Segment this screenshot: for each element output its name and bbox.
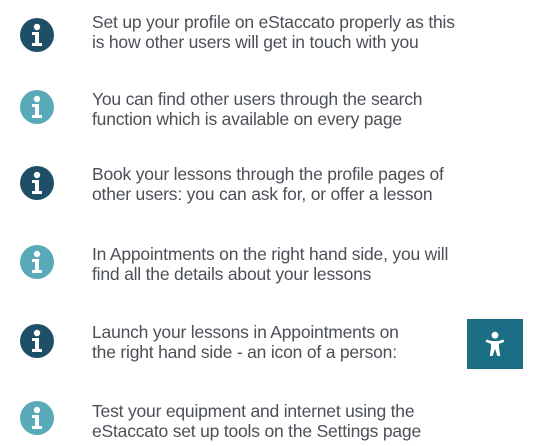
tip-line: find all the details about your lessons: [92, 264, 372, 284]
person-icon: [485, 331, 505, 356]
tip-line: eStaccato set up tools on the Settings p…: [92, 421, 421, 441]
info-icon: [20, 18, 54, 52]
tip-line: is how other users will get in touch wit…: [92, 32, 419, 52]
tip-line: You can find other users through the sea…: [92, 89, 423, 109]
tip-line: other users: you can ask for, or offer a…: [92, 184, 433, 204]
tip-line: Test your equipment and internet using t…: [92, 401, 415, 421]
tip-item: Launch your lessons in Appointments on t…: [0, 314, 544, 374]
tip-text: Book your lessons through the profile pa…: [92, 164, 532, 204]
tip-item: Test your equipment and internet using t…: [0, 385, 544, 445]
tip-text: Launch your lessons in Appointments on t…: [92, 322, 532, 362]
tip-text: Set up your profile on eStaccato properl…: [92, 12, 532, 52]
tip-line: In Appointments on the right hand side, …: [92, 244, 449, 264]
tip-line: the right hand side - an icon of a perso…: [92, 342, 397, 362]
tip-line: Set up your profile on eStaccato properl…: [92, 12, 455, 32]
info-icon: [20, 401, 54, 435]
appointments-person-badge: [467, 319, 523, 369]
info-icon: [20, 245, 54, 279]
info-icon: [20, 324, 54, 358]
tip-item: In Appointments on the right hand side, …: [0, 235, 544, 295]
tip-line: Launch your lessons in Appointments on: [92, 322, 399, 342]
info-icon: [20, 90, 54, 124]
info-icon: [20, 166, 54, 200]
tip-text: You can find other users through the sea…: [92, 89, 532, 129]
tip-item: Set up your profile on eStaccato properl…: [0, 8, 544, 68]
tip-item: Book your lessons through the profile pa…: [0, 158, 544, 218]
tip-line: Book your lessons through the profile pa…: [92, 164, 444, 184]
tip-item: You can find other users through the sea…: [0, 80, 544, 140]
tip-line: function which is available on every pag…: [92, 109, 402, 129]
tip-text: Test your equipment and internet using t…: [92, 401, 532, 441]
tips-list: Set up your profile on eStaccato properl…: [0, 0, 544, 446]
tip-text: In Appointments on the right hand side, …: [92, 244, 532, 284]
